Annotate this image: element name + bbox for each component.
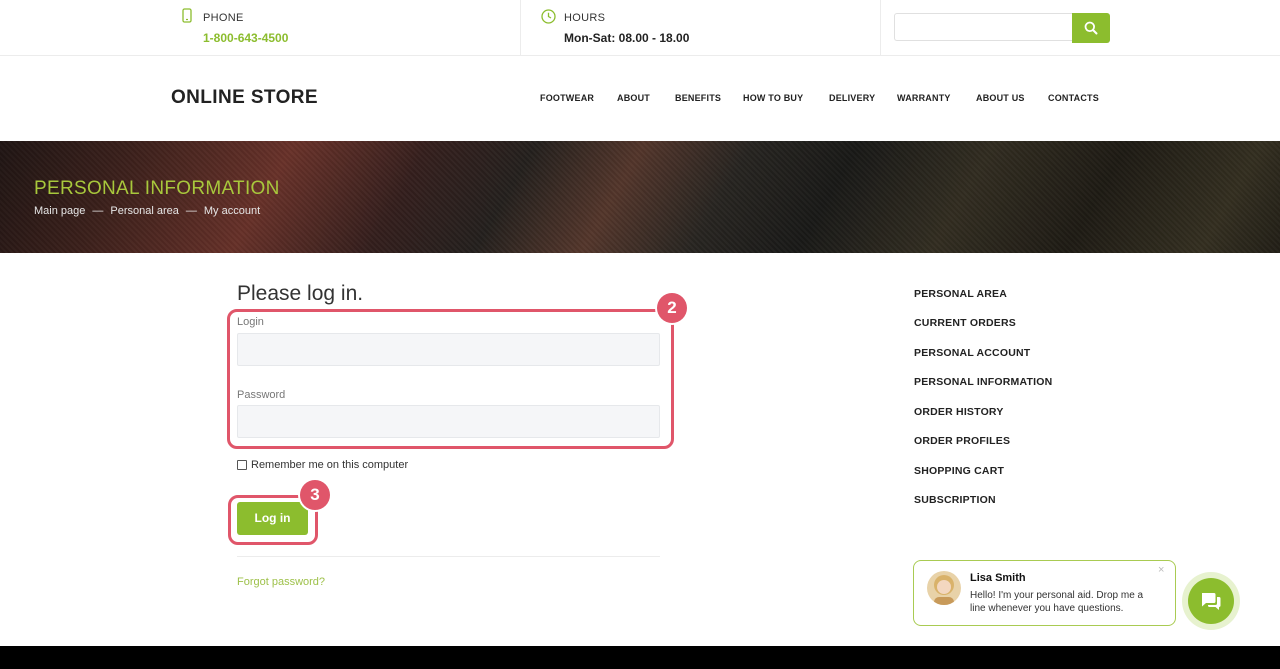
search-icon	[1084, 21, 1098, 40]
menu-order-profiles[interactable]: ORDER PROFILES	[914, 435, 1010, 447]
phone-label: PHONE	[203, 12, 244, 24]
close-icon[interactable]: ×	[1158, 564, 1164, 576]
nav-how-to-buy[interactable]: HOW TO BUY	[743, 93, 803, 103]
avatar	[927, 571, 961, 605]
chat-message: Hello! I'm your personal aid. Drop me a …	[970, 590, 1144, 614]
chat-icon	[1200, 591, 1222, 616]
search-box	[894, 13, 1110, 43]
forgot-password-link[interactable]: Forgot password?	[237, 576, 325, 588]
phone-icon	[182, 8, 192, 28]
menu-shopping-cart[interactable]: SHOPPING CART	[914, 465, 1004, 477]
nav-benefits[interactable]: BENEFITS	[675, 93, 721, 103]
nav-about-us[interactable]: ABOUT US	[976, 93, 1025, 103]
remember-me: Remember me on this computer	[237, 459, 408, 471]
form-divider	[237, 556, 660, 557]
menu-personal-account[interactable]: PERSONAL ACCOUNT	[914, 347, 1030, 359]
phone-number[interactable]: 1-800-643-4500	[203, 31, 288, 45]
menu-subscription[interactable]: SUBSCRIPTION	[914, 494, 996, 506]
nav-footwear[interactable]: FOOTWEAR	[540, 93, 594, 103]
search-input[interactable]	[894, 13, 1072, 41]
chat-launcher-button[interactable]	[1182, 572, 1240, 630]
nav-contacts[interactable]: CONTACTS	[1048, 93, 1099, 103]
breadcrumb-my-account: My account	[203, 205, 261, 217]
chat-agent-name: Lisa Smith	[970, 572, 1026, 584]
menu-order-history[interactable]: ORDER HISTORY	[914, 406, 1004, 418]
clock-icon	[541, 9, 556, 29]
site-header: ONLINE STORE FOOTWEAR ABOUT BENEFITS HOW…	[0, 56, 1280, 141]
nav-warranty[interactable]: WARRANTY	[897, 93, 951, 103]
login-heading: Please log in.	[237, 282, 364, 305]
top-divider	[520, 0, 521, 55]
remember-me-label[interactable]: Remember me on this computer	[251, 459, 408, 471]
chat-popup[interactable]: Lisa Smith Hello! I'm your personal aid.…	[913, 560, 1176, 626]
search-button[interactable]	[1072, 13, 1110, 43]
page-title: PERSONAL INFORMATION	[34, 178, 280, 199]
breadcrumb-separator: —	[92, 205, 104, 217]
breadcrumb-separator: —	[185, 205, 197, 217]
nav-about[interactable]: ABOUT	[617, 93, 650, 103]
page-banner: PERSONAL INFORMATION Main page — Personal …	[0, 141, 1280, 253]
breadcrumb-personal-area[interactable]: Personal area	[110, 205, 179, 217]
top-info-bar: PHONE 1-800-643-4500 HOURS Mon-Sat: 08.0…	[0, 0, 1280, 56]
menu-current-orders[interactable]: CURRENT ORDERS	[914, 317, 1016, 329]
menu-personal-area[interactable]: PERSONAL AREA	[914, 288, 1007, 300]
breadcrumb: Main page — Personal area — My account	[34, 205, 260, 217]
annotation-badge-fields: 2	[657, 293, 687, 323]
annotation-badge-submit: 3	[300, 480, 330, 510]
hours-label: HOURS	[564, 12, 606, 24]
annotation-highlight-fields	[227, 309, 674, 449]
menu-personal-information[interactable]: PERSONAL INFORMATION	[914, 376, 1052, 388]
chat-launcher-inner	[1188, 578, 1234, 624]
page-footer	[0, 646, 1280, 669]
top-divider	[880, 0, 881, 55]
site-logo[interactable]: ONLINE STORE	[171, 87, 318, 109]
remember-me-checkbox[interactable]	[237, 460, 247, 470]
nav-delivery[interactable]: DELIVERY	[829, 93, 875, 103]
hours-value: Mon-Sat: 08.00 - 18.00	[564, 31, 690, 45]
breadcrumb-main-page[interactable]: Main page	[34, 205, 85, 217]
